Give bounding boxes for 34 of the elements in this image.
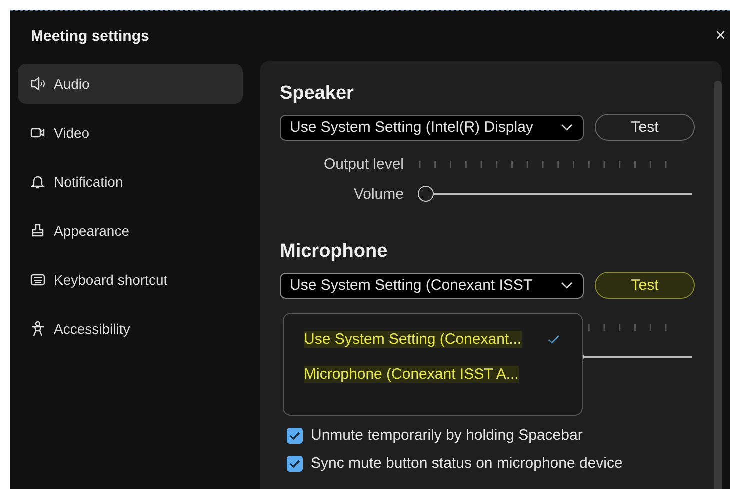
volume-label: Volume <box>352 186 404 202</box>
sidebar-item[interactable]: Audio <box>18 64 243 104</box>
section-heading: Microphone <box>280 241 389 263</box>
device-dropdown[interactable]: Use System Setting (Intel(R) Display <box>280 114 584 140</box>
checkbox-label: Sync mute button status on microphone device <box>311 455 623 472</box>
section-heading: Speaker <box>280 83 355 105</box>
volume-slider[interactable] <box>418 186 692 202</box>
menu-item[interactable]: Use System Setting (Conexant... <box>304 331 522 348</box>
sidebar-item[interactable]: Accessibility <box>18 309 243 349</box>
paint-brush-icon <box>30 223 46 239</box>
menu-item[interactable]: Microphone (Conexant ISST A... <box>304 366 519 383</box>
scrollbar[interactable] <box>714 81 722 489</box>
test-button[interactable]: Test <box>595 114 695 141</box>
sidebar-item[interactable]: Video <box>18 113 243 153</box>
device-dropdown[interactable]: Use System Setting (Conexant ISST <box>280 272 584 298</box>
sidebar-item[interactable]: Notification <box>18 162 243 202</box>
speaker-icon <box>30 76 46 92</box>
close-button[interactable]: × <box>713 25 728 46</box>
chevron-down-icon <box>561 124 573 132</box>
slider-thumb[interactable] <box>418 186 434 202</box>
keyboard-icon <box>30 272 46 288</box>
output-level-label: Output level <box>322 156 404 172</box>
test-button[interactable]: Test <box>595 272 695 299</box>
sidebar-item[interactable]: Appearance <box>18 211 243 251</box>
sidebar-item[interactable]: Keyboard shortcut <box>18 260 243 300</box>
checkmark-icon <box>289 430 301 440</box>
bell-icon <box>30 174 46 190</box>
chevron-down-icon <box>561 282 573 290</box>
window-title: Meeting settings <box>31 28 150 45</box>
checkbox-label: Unmute temporarily by holding Spacebar <box>311 427 583 444</box>
person-icon <box>30 321 46 337</box>
checkmark-icon <box>289 458 301 468</box>
checkbox[interactable] <box>287 456 303 472</box>
checkbox[interactable] <box>287 428 303 444</box>
